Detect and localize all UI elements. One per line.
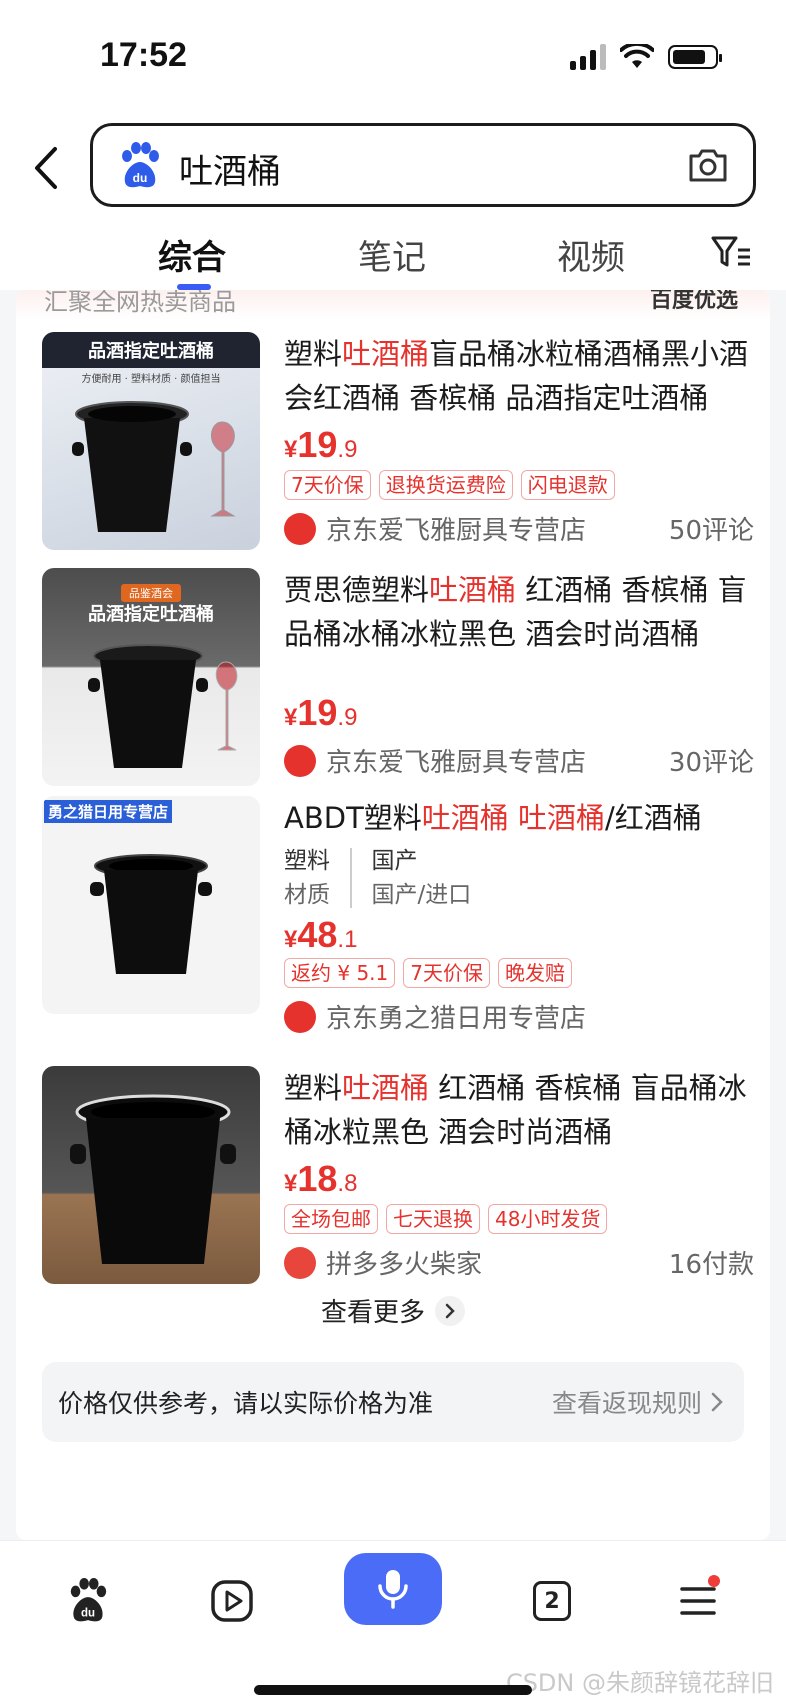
attr-name: 国产/进口 [371, 882, 472, 908]
watermark: CSDN @朱颜辞镜花辞旧 [505, 1669, 774, 1697]
product-tags: 返约 ¥ 5.1 7天价保 晚发赔 [284, 958, 754, 988]
view-more-label: 查看更多 [320, 1298, 425, 1328]
product-title[interactable]: 贾思德塑料吐酒桶 红酒桶 香槟桶 盲品桶冰桶冰粒黑色 酒会时尚酒桶 [284, 568, 754, 656]
shop-row[interactable]: 拼多多火柴家 16付款 [284, 1244, 754, 1281]
attr-value: 塑料 [284, 848, 330, 874]
nav-menu[interactable] [668, 1571, 728, 1631]
sales-count: 16付款 [668, 1250, 754, 1280]
menu-icon [680, 1587, 716, 1615]
card-brand: 百度优选 [649, 290, 738, 313]
shop-name: 拼多多火柴家 [326, 1250, 483, 1280]
tag: 全场包邮 [284, 1204, 378, 1234]
tab-count-badge: 2 [533, 1581, 571, 1621]
tag: 退换货运费险 [378, 470, 513, 500]
camera-icon[interactable] [685, 142, 731, 188]
product-price: ¥19.9 [284, 692, 358, 733]
shop-row[interactable]: 京东爱飞雅厨具专营店 30评论 [284, 742, 754, 779]
tab-notes[interactable]: 笔记 [358, 230, 426, 279]
shopping-card: 汇聚全网热卖商品 百度优选 品酒指定吐酒桶 方便耐用 · 塑料材质 · 颜值担当… [16, 290, 770, 1540]
product-price: ¥18.8 [284, 1158, 358, 1199]
nav-home[interactable]: du [58, 1571, 118, 1631]
chevron-right-icon [435, 1295, 465, 1326]
battery-icon [668, 45, 722, 69]
wifi-icon [620, 44, 654, 68]
bottom-nav: du 2 CSDN @朱颜辞镜花辞旧 [0, 1540, 786, 1704]
play-icon [211, 1580, 253, 1622]
product-price: ¥48.1 [284, 914, 358, 955]
product-tags: 7天价保 退换货运费险 闪电退款 [284, 470, 754, 500]
tag: 48小时发货 [488, 1204, 608, 1234]
search-box[interactable]: du 吐酒桶 [90, 123, 756, 207]
svg-text:du: du [81, 1607, 95, 1619]
result-tabs: 综合 笔记 视频 [0, 218, 786, 290]
jd-shop-icon [284, 744, 316, 777]
shop-name: 京东勇之猎日用专营店 [326, 1004, 587, 1034]
search-input[interactable]: 吐酒桶 [179, 144, 281, 193]
nav-video[interactable] [202, 1571, 262, 1631]
card-header: 汇聚全网热卖商品 百度优选 [16, 290, 770, 320]
attr-divider [350, 848, 352, 908]
tag: 七天退换 [386, 1204, 480, 1234]
shop-name: 京东爱飞雅厨具专营店 [326, 516, 587, 546]
notification-dot [708, 1575, 720, 1587]
cashback-rules-link[interactable]: 查看返现规则 [552, 1384, 702, 1420]
jd-shop-icon [284, 1000, 316, 1033]
status-bar: 17:52 [0, 0, 786, 118]
shop-row[interactable]: 京东爱飞雅厨具专营店 50评论 [284, 510, 754, 547]
thumb-caption: 勇之猎日用专营店 [44, 800, 173, 823]
tag: 7天价保 [403, 958, 490, 988]
view-more-button[interactable]: 查看更多 [16, 1292, 770, 1329]
svg-text:du: du [133, 171, 148, 185]
baidu-paw-icon: du [70, 1578, 107, 1622]
product-tags: 全场包邮 七天退换 48小时发货 [284, 1204, 754, 1234]
spittoon-image-icon [72, 401, 236, 532]
jd-shop-icon [284, 512, 316, 545]
nav-tabs[interactable]: 2 [522, 1571, 582, 1631]
back-button[interactable] [26, 140, 66, 196]
tag: 返约 ¥ 5.1 [284, 958, 396, 988]
status-icons [570, 44, 722, 70]
product-title[interactable]: 塑料吐酒桶盲品桶冰粒桶酒桶黑小酒会红酒桶 香槟桶 品酒指定吐酒桶 [284, 332, 754, 420]
price-notice: 价格仅供参考，请以实际价格为准 查看返现规则 [42, 1362, 744, 1442]
review-count: 50评论 [668, 516, 754, 546]
attr-value: 国产 [371, 848, 418, 874]
signal-icon [570, 44, 606, 70]
product-title[interactable]: ABDT塑料吐酒桶 吐酒桶/红酒桶 [284, 796, 754, 840]
attr-name: 材质 [284, 882, 330, 908]
thumb-subcaption: 方便耐用 · 塑料材质 · 颜值担当 [81, 374, 221, 385]
status-time: 17:52 [100, 36, 187, 74]
product-price: ¥19.9 [284, 424, 358, 465]
chevron-right-icon[interactable] [710, 1391, 724, 1413]
card-subtitle: 汇聚全网热卖商品 [44, 290, 236, 316]
product-image[interactable]: 勇之猎日用专营店 [42, 796, 260, 1014]
review-count: 30评论 [668, 748, 754, 778]
baidu-paw-icon: du [122, 142, 159, 188]
product-image[interactable]: 品鉴酒会 品酒指定吐酒桶 [42, 568, 260, 786]
product-image[interactable]: 品酒指定吐酒桶 方便耐用 · 塑料材质 · 颜值担当 [42, 332, 260, 550]
thumb-caption: 品酒指定吐酒桶 [88, 341, 214, 362]
tag: 闪电退款 [520, 470, 615, 500]
tab-all[interactable]: 综合 [158, 230, 226, 279]
voice-search-button[interactable] [344, 1553, 442, 1625]
notice-text: 价格仅供参考，请以实际价格为准 [58, 1389, 434, 1418]
home-indicator [254, 1685, 532, 1695]
spittoon-image-icon [90, 854, 212, 974]
filter-icon[interactable] [710, 232, 752, 272]
shop-name: 京东爱飞雅厨具专营店 [326, 748, 587, 778]
microphone-icon [378, 1570, 408, 1609]
product-attributes: 塑料 材质 国产 国产/进口 [284, 844, 754, 912]
tag: 晚发赔 [497, 958, 572, 988]
chevron-left-icon [35, 147, 57, 189]
product-image[interactable] [42, 1066, 260, 1284]
spittoon-image-icon [70, 1094, 236, 1264]
pdd-shop-icon [284, 1246, 316, 1279]
tag: 7天价保 [284, 470, 371, 500]
product-title[interactable]: 塑料吐酒桶 红酒桶 香槟桶 盲品桶冰桶冰粒黑色 酒会时尚酒桶 [284, 1066, 754, 1154]
tab-video[interactable]: 视频 [557, 230, 625, 279]
thumb-caption: 品酒指定吐酒桶 [88, 604, 214, 625]
shop-row[interactable]: 京东勇之猎日用专营店 [284, 998, 754, 1035]
search-header: du 吐酒桶 [0, 118, 786, 218]
spittoon-image-icon [88, 644, 238, 768]
